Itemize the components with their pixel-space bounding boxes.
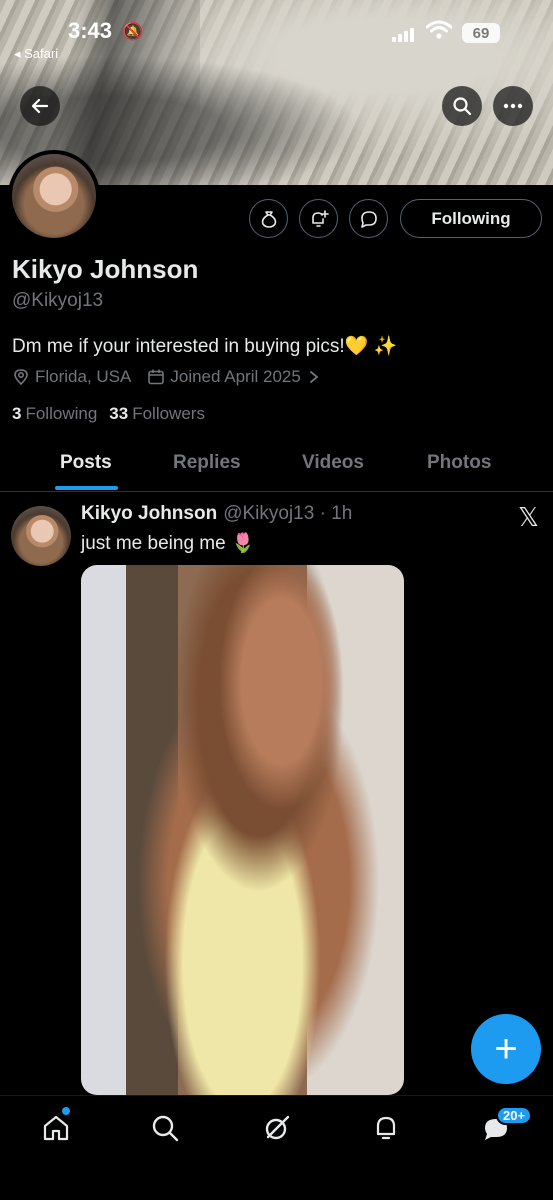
battery-indicator: 69 <box>462 23 500 43</box>
following-button[interactable]: Following <box>400 199 542 238</box>
followers-count: 33 <box>109 404 129 423</box>
bottom-navigation: 20+ <box>0 1095 553 1200</box>
post-avatar[interactable] <box>11 506 71 566</box>
wifi-icon <box>425 20 453 45</box>
search-icon <box>152 1115 179 1142</box>
money-bag-icon <box>261 210 276 228</box>
profile-bio: Dm me if your interested in buying pics!… <box>12 336 398 357</box>
back-to-safari-link[interactable]: ◂ Safari <box>14 46 58 62</box>
tab-photos[interactable]: Photos <box>427 452 491 474</box>
grok-icon <box>265 1115 290 1140</box>
more-options-button[interactable] <box>493 86 533 126</box>
post-photo[interactable] <box>81 565 404 1095</box>
status-bar: 3:43 🔕 ◂ Safari 69 <box>0 0 553 64</box>
follow-stats: 3 Following 33 Followers <box>12 404 205 424</box>
compose-post-button[interactable]: + <box>471 1014 541 1084</box>
cellular-signal-icon <box>392 26 416 42</box>
user-handle: @Kikyoj13 <box>12 290 104 311</box>
nav-home[interactable] <box>38 1110 74 1146</box>
active-tab-indicator <box>55 486 118 490</box>
home-notification-dot <box>62 1107 70 1115</box>
followers-label: Followers <box>132 404 205 423</box>
profile-tabs: Posts Replies Videos Photos <box>0 440 553 492</box>
profile-avatar[interactable] <box>8 150 100 242</box>
tab-videos[interactable]: Videos <box>302 452 364 474</box>
search-icon <box>453 97 472 116</box>
notification-subscribe-button[interactable] <box>299 199 338 238</box>
messages-badge: 20+ <box>496 1106 533 1125</box>
following-count: 3 <box>12 404 22 423</box>
back-button[interactable] <box>20 86 60 126</box>
following-label: Following <box>25 404 98 423</box>
silent-bell-icon: 🔕 <box>122 22 144 41</box>
post-author-name[interactable]: Kikyo Johnson <box>81 503 217 525</box>
nav-grok[interactable] <box>259 1110 295 1146</box>
post-handle-time: @Kikyoj13 · 1h <box>223 503 353 524</box>
more-dots-icon <box>503 103 523 109</box>
join-date[interactable]: Joined April 2025 <box>170 367 300 387</box>
tab-posts[interactable]: Posts <box>60 452 112 474</box>
tab-replies[interactable]: Replies <box>173 452 241 474</box>
calendar-icon <box>148 369 165 385</box>
status-time: 3:43 <box>68 18 113 43</box>
tip-button[interactable] <box>249 199 288 238</box>
arrow-left-icon <box>31 98 49 114</box>
bell-icon <box>376 1116 396 1140</box>
display-name: Kikyo Johnson <box>12 254 199 284</box>
bell-plus-icon <box>311 209 329 227</box>
search-button[interactable] <box>442 86 482 126</box>
nav-notifications[interactable] <box>368 1110 404 1146</box>
location-pin-icon <box>14 369 28 386</box>
chat-bubble-icon <box>360 210 377 228</box>
x-logo-icon: 𝕏 <box>518 503 539 533</box>
profile-location: Florida, USA <box>35 367 132 386</box>
post-header: Kikyo Johnson @Kikyoj13 · 1h <box>81 503 352 525</box>
profile-meta: Florida, USA Joined April 2025 <box>12 367 326 387</box>
direct-message-button[interactable] <box>349 199 388 238</box>
nav-search[interactable] <box>147 1110 183 1146</box>
following-link[interactable]: 3 Following <box>12 404 97 424</box>
chevron-right-icon[interactable] <box>307 369 321 385</box>
post-text: just me being me 🌷 <box>81 533 255 554</box>
followers-link[interactable]: 33 Followers <box>109 404 205 424</box>
home-icon <box>43 1115 69 1141</box>
